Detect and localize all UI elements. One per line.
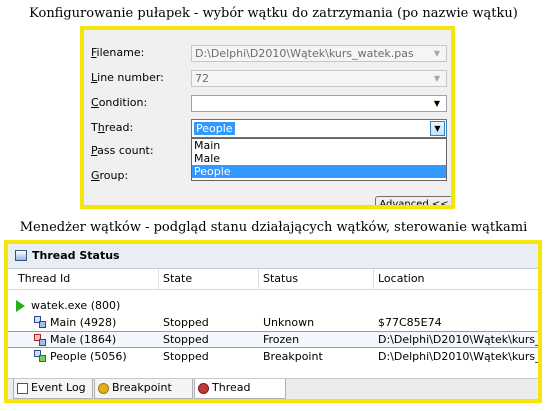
bottom-caption: Menedżer wątków - podgląd stanu działają… — [19, 220, 528, 235]
tab-breakpoint-list[interactable]: Breakpoint List — [94, 379, 193, 399]
state-cell: Stopped — [163, 333, 209, 346]
column-divider[interactable] — [373, 269, 374, 289]
state-cell: Stopped — [163, 316, 209, 329]
thread-combobox[interactable]: People ▼ — [191, 119, 447, 138]
thread-label: Thread: — [91, 121, 134, 134]
chevron-down-icon: ▼ — [433, 99, 441, 108]
group-label: Group: — [91, 169, 129, 182]
status-cell: Breakpoint — [263, 350, 323, 363]
column-divider[interactable] — [258, 269, 259, 289]
thread-id-cell: Male (1864) — [50, 333, 117, 346]
status-cell: Frozen — [263, 333, 300, 346]
breakpoint-list-icon — [98, 383, 109, 394]
location-cell: D:\Delphi\D2010\Wątek\kurs_wa — [378, 333, 542, 346]
bottom-tab-bar: Event Log Breakpoint List Thread Status — [8, 378, 538, 399]
thread-status-window: Thread Status Thread Id State Status Loc… — [4, 240, 542, 403]
thread-icon — [34, 316, 46, 328]
play-icon — [16, 300, 25, 312]
line-number-field[interactable]: 72 ▼ — [191, 70, 447, 87]
thread-dropdown-list: Main Male People — [191, 138, 447, 181]
column-header-location[interactable]: Location — [378, 272, 425, 285]
tab-event-log[interactable]: Event Log — [13, 379, 93, 399]
column-header-state[interactable]: State — [163, 272, 192, 285]
process-row[interactable]: watek.exe (800) — [8, 297, 538, 314]
thread-status-titlebar: Thread Status — [8, 244, 538, 269]
window-icon — [15, 250, 27, 261]
column-header-thread-id[interactable]: Thread Id — [18, 272, 70, 285]
thread-option-people[interactable]: People — [192, 165, 446, 178]
thread-id-cell: People (5056) — [50, 350, 127, 363]
table-row[interactable]: People (5056) Stopped Breakpoint D:\Delp… — [8, 348, 538, 365]
tab-thread-status[interactable]: Thread Status — [194, 379, 286, 399]
condition-field[interactable]: ▼ — [191, 95, 447, 112]
breakpoint-properties-dialog: Filename: D:\Delphi\D2010\Wątek\kurs_wat… — [80, 26, 455, 209]
thread-id-cell: Main (4928) — [50, 316, 117, 329]
event-log-icon — [17, 383, 28, 394]
thread-selected-value: People — [194, 122, 235, 135]
thread-option-male[interactable]: Male — [192, 152, 446, 165]
chevron-down-icon: ▼ — [433, 49, 441, 58]
location-cell: D:\Delphi\D2010\Wątek\kurs_wa — [378, 350, 542, 363]
state-cell: Stopped — [163, 350, 209, 363]
advanced-button[interactable]: Advanced << — [375, 196, 451, 205]
location-cell: $77C85E74 — [378, 316, 442, 329]
column-header-status[interactable]: Status — [263, 272, 298, 285]
table-row[interactable]: Male (1864) Stopped Frozen D:\Delphi\D20… — [8, 331, 538, 348]
thread-option-main[interactable]: Main — [192, 139, 446, 152]
chevron-down-icon[interactable]: ▼ — [430, 121, 445, 136]
condition-label: Condition: — [91, 96, 148, 109]
pass-count-label: Pass count: — [91, 144, 154, 157]
status-cell: Unknown — [263, 316, 315, 329]
top-caption: Konfigurowanie pułapek - wybór wątku do … — [29, 6, 518, 21]
thread-status-icon — [198, 383, 209, 394]
filename-field[interactable]: D:\Delphi\D2010\Wątek\kurs_watek.pas ▼ — [191, 45, 447, 62]
chevron-down-icon: ▼ — [433, 74, 441, 83]
thread-status-title: Thread Status — [32, 249, 120, 262]
breakpoint-thread-icon — [34, 350, 46, 362]
filename-label: Filename: — [91, 46, 145, 59]
frozen-thread-icon — [34, 334, 46, 346]
column-divider[interactable] — [158, 269, 159, 289]
process-name: watek.exe (800) — [31, 299, 121, 312]
line-number-label: Line number: — [91, 71, 164, 84]
column-header-row: Thread Id State Status Location — [8, 269, 538, 290]
table-row[interactable]: Main (4928) Stopped Unknown $77C85E74 — [8, 314, 538, 331]
